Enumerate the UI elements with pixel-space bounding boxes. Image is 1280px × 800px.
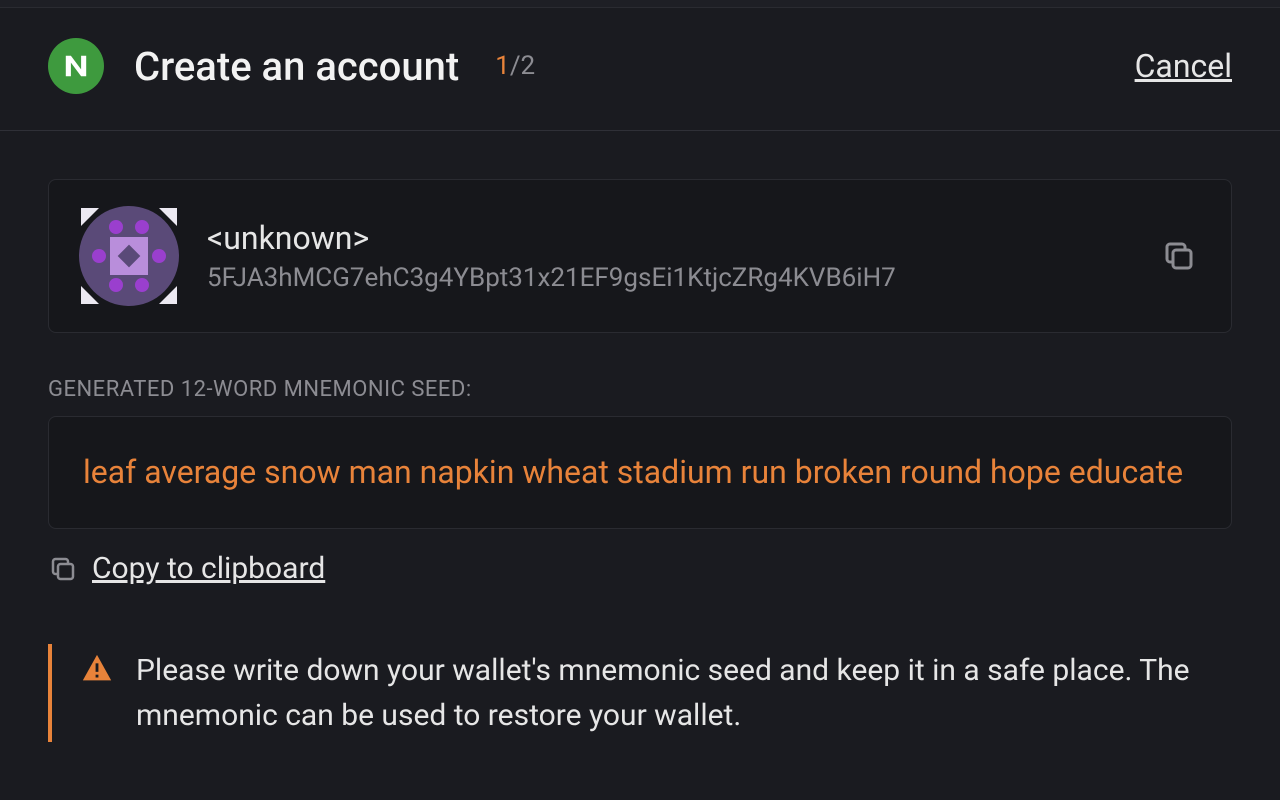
step-current: 1 <box>495 51 510 81</box>
warning-icon <box>80 652 114 738</box>
account-identicon <box>79 206 179 306</box>
account-name: <unknown> <box>207 219 1129 257</box>
content-area: <unknown> 5FJA3hMCG7ehC3g4YBpt31x21EF9gs… <box>0 131 1280 742</box>
step-total: /2 <box>510 51 535 81</box>
copy-icon <box>48 554 78 584</box>
warning-banner: Please write down your wallet's mnemonic… <box>48 644 1232 742</box>
account-address: 5FJA3hMCG7ehC3g4YBpt31x21EF9gsEi1KtjcZRg… <box>207 263 1129 293</box>
mnemonic-seed-text: leaf average snow man napkin wheat stadi… <box>83 447 1197 498</box>
page-header: Create an account 1/2 Cancel <box>0 8 1280 131</box>
window-topbar <box>0 0 1280 8</box>
step-indicator: 1/2 <box>495 51 535 81</box>
mnemonic-seed-box: leaf average snow man napkin wheat stadi… <box>48 416 1232 529</box>
brand-logo-icon <box>59 49 93 83</box>
copy-seed-label: Copy to clipboard <box>92 551 325 586</box>
account-card: <unknown> 5FJA3hMCG7ehC3g4YBpt31x21EF9gs… <box>48 179 1232 333</box>
page-title: Create an account <box>134 43 459 90</box>
copy-icon <box>1161 238 1197 274</box>
account-info: <unknown> 5FJA3hMCG7ehC3g4YBpt31x21EF9gs… <box>207 219 1129 293</box>
copy-seed-button[interactable]: Copy to clipboard <box>48 551 325 586</box>
brand-logo <box>48 38 104 94</box>
cancel-button[interactable]: Cancel <box>1135 47 1232 85</box>
seed-section-label: Generated 12-word mnemonic seed: <box>48 377 1232 402</box>
copy-address-button[interactable] <box>1157 234 1201 278</box>
warning-text: Please write down your wallet's mnemonic… <box>136 648 1232 738</box>
